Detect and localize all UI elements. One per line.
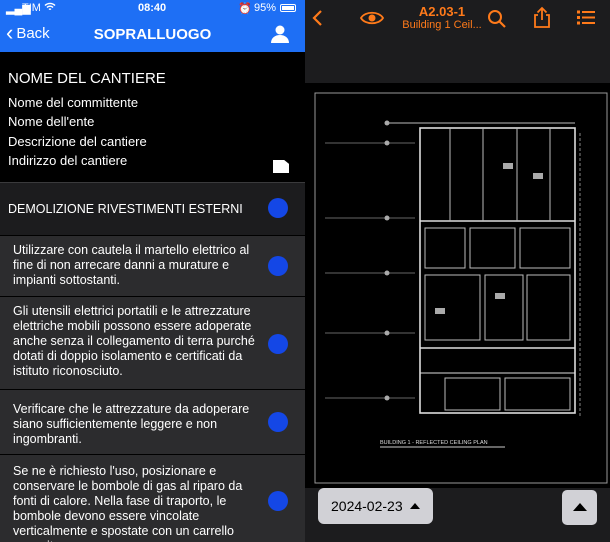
carrier-label: TIM (22, 2, 41, 14)
project-name: NOME DEL CANTIERE (8, 70, 166, 87)
sheet-code: A2.03-1 (418, 4, 466, 19)
drawing-viewer: A2.03-1 Building 1 Ceil... BUILDING 1 - … (305, 0, 610, 542)
share-icon[interactable] (533, 6, 551, 28)
list-item-text: Se ne è richiesto l'uso, posizionare e c… (13, 464, 243, 542)
list-item[interactable]: Se ne è richiesto l'uso, posizionare e c… (0, 455, 305, 542)
client-name-field: Nome del committente (8, 95, 139, 110)
battery-percent: 95% (254, 2, 277, 14)
project-info: NOME DEL CANTIERE Nome del committente N… (0, 52, 305, 182)
list-item-text: Gli utensili elettrici portatili e le at… (13, 304, 255, 378)
plan-title: BUILDING 1 - REFLECTED CEILING PLAN (380, 440, 488, 446)
list-item[interactable]: Utilizzare con cautela il martello elett… (0, 236, 305, 297)
checklist: DEMOLIZIONE RIVESTIMENTI ESTERNI Utilizz… (0, 182, 305, 542)
caret-up-icon (573, 503, 587, 511)
item-status-dot[interactable] (268, 412, 288, 432)
viewer-toolbar: A2.03-1 Building 1 Ceil... (305, 0, 610, 38)
status-time: 08:40 (138, 2, 167, 14)
list-menu-icon[interactable] (577, 10, 595, 25)
search-icon[interactable] (487, 9, 506, 28)
list-item-text: Utilizzare con cautela il martello elett… (13, 243, 250, 287)
alarm-icon: ⏰ (238, 3, 252, 15)
chevron-left-icon[interactable] (311, 9, 323, 27)
document-icon[interactable] (273, 160, 289, 173)
section-title: DEMOLIZIONE RIVESTIMENTI ESTERNI (8, 202, 243, 216)
entity-name-field: Nome dell'ente (8, 114, 95, 129)
drawing-canvas[interactable]: BUILDING 1 - REFLECTED CEILING PLAN (305, 83, 610, 488)
wifi-icon (44, 1, 56, 16)
date-selector-button[interactable]: 2024-02-23 (318, 488, 433, 524)
list-item-text: Verificare che le attrezzature da adoper… (13, 402, 250, 446)
site-address-field: Indirizzo del cantiere (8, 153, 128, 168)
caret-up-icon (410, 503, 420, 509)
nav-bar: ‹ Back SOPRALLUOGO (0, 16, 305, 52)
battery-icon (280, 4, 296, 12)
user-icon[interactable] (270, 24, 290, 44)
date-label: 2024-02-23 (331, 498, 403, 514)
eye-icon[interactable] (360, 10, 384, 26)
status-bar: ▂▄▆ TIM 08:40 ⏰ 95% (0, 0, 305, 16)
site-description-field: Descrizione del cantiere (8, 134, 147, 149)
item-status-dot[interactable] (268, 334, 288, 354)
section-header[interactable]: DEMOLIZIONE RIVESTIMENTI ESTERNI (0, 182, 305, 236)
item-status-dot[interactable] (268, 491, 288, 511)
sheet-title[interactable]: A2.03-1 Building 1 Ceil... (397, 4, 487, 31)
section-status-dot[interactable] (268, 198, 288, 218)
list-item[interactable]: Gli utensili elettrici portatili e le at… (0, 297, 305, 390)
sheet-name: Building 1 Ceil... (402, 19, 482, 31)
ceiling-plan-drawing: BUILDING 1 - REFLECTED CEILING PLAN (314, 92, 608, 484)
sopralluogo-app: ▂▄▆ TIM 08:40 ⏰ 95% ‹ Back SOPRALLUOGO N… (0, 0, 305, 542)
item-status-dot[interactable] (268, 256, 288, 276)
page-title: SOPRALLUOGO (93, 26, 212, 43)
list-item[interactable]: Verificare che le attrezzature da adoper… (0, 390, 305, 455)
expand-up-button[interactable] (562, 490, 597, 525)
